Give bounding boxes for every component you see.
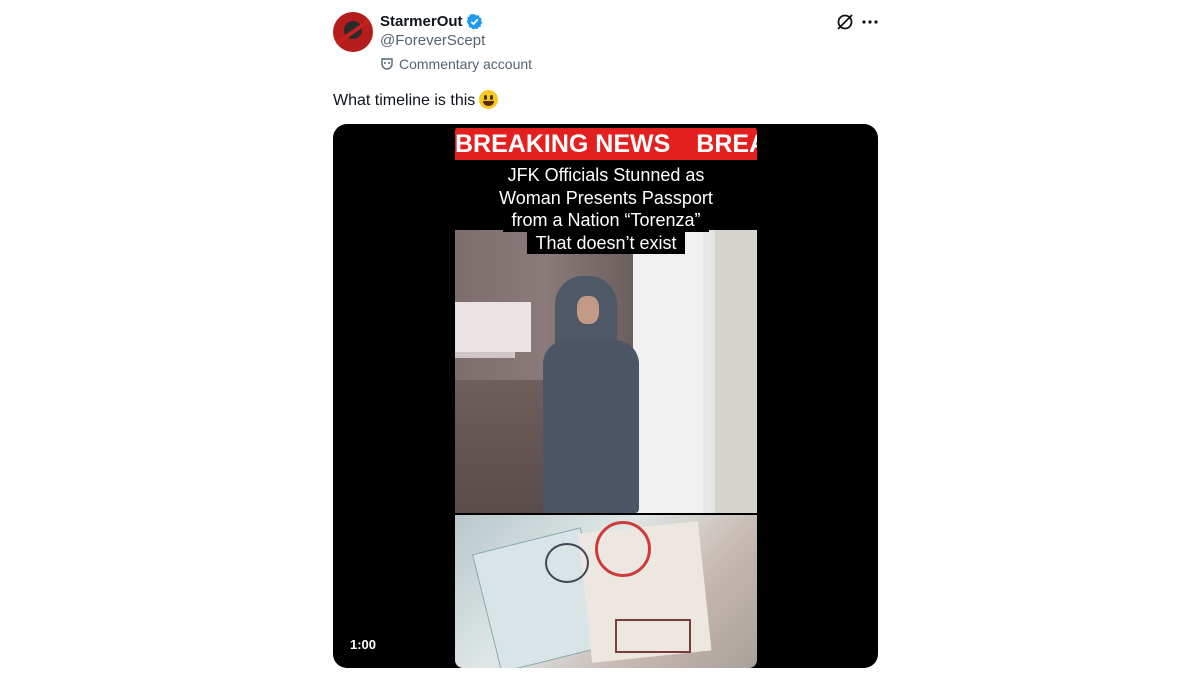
banner-text-repeat: BREA [696,130,757,158]
more-options-icon[interactable] [860,12,880,32]
account-label[interactable]: Commentary account [380,54,532,74]
video-scene-passport [455,515,757,668]
banner-text: BREAKING NEWS [455,130,671,158]
video-duration: 1:00 [350,637,377,652]
grok-icon[interactable] [835,12,855,32]
account-label-text: Commentary account [399,56,533,72]
video-player[interactable]: BREAKING NEWS BREA JFK Officials Stunned … [333,124,878,668]
video-caption: JFK Officials Stunned as Woman Presents … [455,164,757,254]
author-avatar[interactable] [333,12,373,52]
tweet-text: What timeline is this [333,90,499,112]
author-display-name[interactable]: StarmerOut [380,12,463,32]
caption-line: That doesn’t exist [527,231,685,254]
verified-badge-icon [466,14,483,30]
video-scene-woman [455,230,757,513]
grinning-face-emoji [479,90,499,109]
author-handle[interactable]: @ForeverScept [380,31,485,51]
video-frame[interactable]: BREAKING NEWS BREA JFK Officials Stunned … [455,124,757,668]
breaking-news-banner: BREAKING NEWS BREA [455,128,757,160]
tweet-text-content: What timeline is this [333,92,476,109]
caption-line: Woman Presents Passport [491,186,721,209]
caption-line: from a Nation “Torenza” [503,209,709,232]
commentary-mask-icon [381,58,393,70]
caption-line: JFK Officials Stunned as [499,164,713,187]
